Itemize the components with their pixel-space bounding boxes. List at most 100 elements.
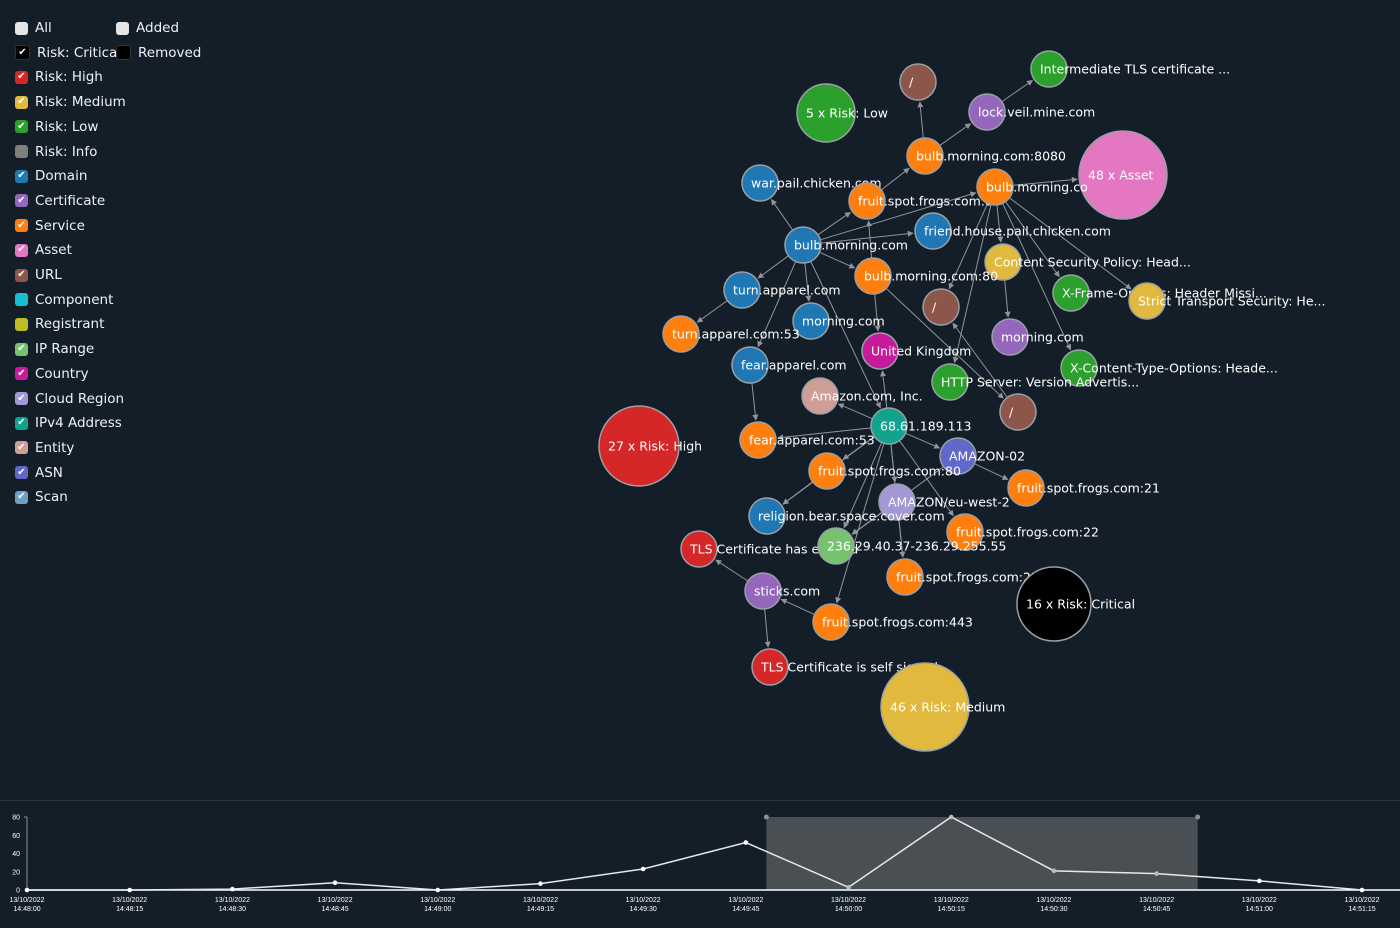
graph-edge xyxy=(715,559,749,582)
node-label: fruit.spot.frogs.com:21 xyxy=(1017,481,1160,496)
graph-edge xyxy=(770,198,794,231)
y-tick-label: 20 xyxy=(12,869,20,876)
data-point[interactable] xyxy=(1051,868,1057,874)
node-label: fruit.spot.frogs.com:80 xyxy=(818,464,961,479)
data-point[interactable] xyxy=(332,880,338,885)
x-tick-label: 13/10/2022 14:49:45 xyxy=(728,897,763,913)
data-point[interactable] xyxy=(24,887,30,893)
network-graph[interactable]: 5 x Risk: Low / Intermediate TLS certifica… xyxy=(0,0,1400,800)
node-label: Intermediate TLS certificate ... xyxy=(1040,62,1230,77)
data-point[interactable] xyxy=(846,884,851,890)
graph-node-fruit8[interactable]: fruit.spot.frogs.com:8 xyxy=(848,182,993,220)
x-tick-label: 13/10/2022 14:49:30 xyxy=(626,897,661,913)
graph-node-morning-domain[interactable]: morning.com xyxy=(792,302,885,340)
graph-node-fear53[interactable]: fear.apparel.com:53 xyxy=(739,421,875,459)
graph-node-fear-apparel[interactable]: fear.apparel.com xyxy=(731,346,847,384)
graph-node-asset-group[interactable]: 48 x Asset xyxy=(1078,130,1168,220)
graph-node-uk[interactable]: United Kingdom xyxy=(861,332,971,370)
x-tick-label: 13/10/2022 14:48:45 xyxy=(318,897,353,913)
graph-node-bulb80[interactable]: bulb.morning.com:80 xyxy=(854,257,998,295)
x-tick-label: 13/10/2022 14:51:15 xyxy=(1344,897,1379,913)
data-point[interactable] xyxy=(435,887,441,893)
x-tick-label: 13/10/2022 14:48:30 xyxy=(215,897,250,913)
node-label: fear.apparel.com:53 xyxy=(749,433,875,448)
node-label: sticks.com xyxy=(754,584,820,599)
graph-node-risk-high-group[interactable]: 27 x Risk: High xyxy=(598,405,702,487)
brush-handle-right[interactable] xyxy=(1195,814,1201,820)
graph-node-risk-medium-group[interactable]: 46 x Risk: Medium xyxy=(880,662,1005,752)
graph-edge xyxy=(1001,79,1034,103)
graph-node-turn-apparel[interactable]: turn.apparel.com xyxy=(723,271,841,309)
graph-edge xyxy=(939,123,972,146)
brush-handle-left[interactable] xyxy=(763,814,769,820)
node-label: turn.apparel.com xyxy=(733,283,841,298)
node-label: X-Content-Type-Options: Heade... xyxy=(1070,361,1278,376)
graph-node-fruit443[interactable]: fruit.spot.frogs.com:443 xyxy=(812,603,973,641)
node-label: 236.29.40.37-236.29.255.55 xyxy=(827,539,1006,554)
node-label: fruit.spot.frogs.com:8 xyxy=(858,194,993,209)
data-point[interactable] xyxy=(640,866,646,872)
y-tick-label: 0 xyxy=(16,888,20,895)
graph-edge xyxy=(917,101,924,139)
graph-edge xyxy=(905,432,941,449)
timeline-chart[interactable]: 0 20 40 60 80 13/10/2022 14:48:00 13/10/2022 14:… xyxy=(0,801,1400,924)
graph-node-risk-critical-group[interactable]: 16 x Risk: Critical xyxy=(1016,566,1135,642)
graph-node-tls-intermediate[interactable]: Intermediate TLS certificate ... xyxy=(1030,50,1230,88)
data-point[interactable] xyxy=(127,887,132,893)
y-tick-label: 80 xyxy=(12,815,20,822)
data-point[interactable] xyxy=(230,886,235,892)
data-point[interactable] xyxy=(948,814,954,820)
data-point[interactable] xyxy=(743,840,749,845)
graph-node-bulb8080[interactable]: bulb.morning.com:8080 xyxy=(906,137,1066,175)
graph-edge xyxy=(1004,279,1011,318)
graph-node-bulb-domain[interactable]: bulb.morning.com xyxy=(784,226,908,264)
node-label: 27 x Risk: High xyxy=(608,439,702,454)
graph-edge xyxy=(837,403,873,420)
data-point[interactable] xyxy=(1359,887,1365,893)
graph-node-csp[interactable]: Content Security Policy: Head... xyxy=(984,243,1191,281)
graph-node-bulb-svc[interactable]: bulb.morning.co xyxy=(976,168,1088,206)
x-tick-label: 13/10/2022 14:49:00 xyxy=(420,897,455,913)
node-label: morning.com xyxy=(802,314,885,329)
data-point[interactable] xyxy=(1257,878,1262,884)
node-label: AMAZON-02 xyxy=(949,449,1025,464)
node-label: bulb.morning.co xyxy=(986,180,1088,195)
graph-edge xyxy=(751,382,759,421)
graph-node-url2[interactable]: / xyxy=(922,288,960,326)
node-label: 48 x Asset xyxy=(1088,168,1154,183)
graph-node-url3[interactable]: / xyxy=(999,393,1037,431)
graph-edge xyxy=(764,608,771,648)
node-label: AMAZON/eu-west-2 xyxy=(888,495,1010,510)
graph-node-friend-house[interactable]: friend.house.pail.chicken.com xyxy=(914,212,1111,250)
node-circle[interactable] xyxy=(922,288,960,326)
node-circle[interactable] xyxy=(899,63,937,101)
node-label: Strict Transport Security: He... xyxy=(1138,294,1325,309)
graph-edge xyxy=(696,300,728,323)
x-tick-label: 13/10/2022 14:51:00 xyxy=(1242,897,1277,913)
graph-node-amazon-inc[interactable]: Amazon.com, Inc. xyxy=(801,377,923,415)
graph-node-url1[interactable]: / xyxy=(899,63,937,101)
graph-node-risk-low-group[interactable]: 5 x Risk: Low xyxy=(796,83,888,143)
node-label: fruit.spot.frogs.com:25 xyxy=(896,570,1039,585)
node-label: fear.apparel.com xyxy=(741,358,847,373)
graph-node-sticks[interactable]: sticks.com xyxy=(744,572,820,610)
node-circle[interactable] xyxy=(999,393,1037,431)
graph-edge xyxy=(817,211,852,236)
x-tick-label: 13/10/2022 14:50:00 xyxy=(831,897,866,913)
x-tick-label: 13/10/2022 14:50:45 xyxy=(1139,897,1174,913)
graph-node-fruit80[interactable]: fruit.spot.frogs.com:80 xyxy=(808,452,961,490)
node-label: friend.house.pail.chicken.com xyxy=(924,224,1111,239)
data-point[interactable] xyxy=(538,881,543,886)
graph-edge xyxy=(780,598,815,615)
timeline-panel[interactable]: 0 20 40 60 80 13/10/2022 14:48:00 13/10/2022 14:… xyxy=(0,800,1400,924)
data-point[interactable] xyxy=(1154,871,1159,876)
node-label: 46 x Risk: Medium xyxy=(890,700,1005,715)
node-label: religion.bear.space.cover.com xyxy=(758,509,945,524)
graph-node-fruit25[interactable]: fruit.spot.frogs.com:25 xyxy=(886,558,1039,596)
graph-edge xyxy=(782,481,813,505)
graph-edge xyxy=(819,251,856,269)
graph-node-fruit21[interactable]: fruit.spot.frogs.com:21 xyxy=(1007,469,1160,507)
graph-node-turn53[interactable]: turn.apparel.com:53 xyxy=(662,315,800,353)
node-label: Content Security Policy: Head... xyxy=(994,255,1191,270)
graph-node-lock-veil[interactable]: lock.veil.mine.com xyxy=(968,93,1095,131)
